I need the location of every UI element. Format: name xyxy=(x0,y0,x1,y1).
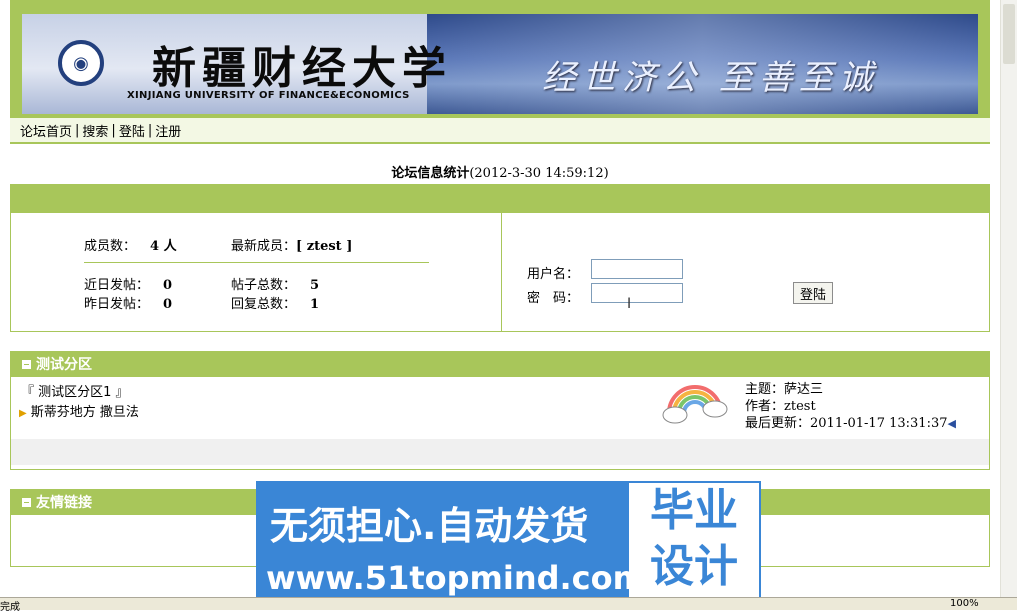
nav-separator: | xyxy=(147,122,153,138)
stat-members-value: 4 人 xyxy=(150,239,177,254)
password-input[interactable] xyxy=(591,283,683,303)
author-row: 作者：ztest xyxy=(745,398,956,415)
stats-separator-line xyxy=(84,262,429,263)
top-strip xyxy=(10,0,990,10)
rainbow-cloud-icon xyxy=(662,385,728,424)
collapse-icon[interactable] xyxy=(22,359,31,369)
nav-separator: | xyxy=(75,122,80,138)
nav-separator: | xyxy=(111,122,116,138)
status-text: 完成 xyxy=(0,602,20,613)
collapse-icon[interactable] xyxy=(22,497,31,507)
university-name-cn: 新疆财经大学 xyxy=(152,43,452,94)
university-motto: 经世济公 至善至诚 xyxy=(542,58,879,98)
username-input[interactable] xyxy=(591,259,683,279)
stat-total-replies-label: 回复总数： xyxy=(231,297,297,312)
password-label: 密 码： xyxy=(527,291,580,306)
board-item: ▶ 斯蒂芬地方 撒旦法 xyxy=(19,401,139,420)
last-post-info: 主题：萨达三 作者：ztest 最后更新：2011-01-17 13:31:37… xyxy=(745,381,956,432)
section-test-body: 『 测试区分区1 』 ▶ 斯蒂芬地方 撒旦法 主题：萨达三 作者：ztest 最后… xyxy=(10,377,990,470)
stat-newest: 最新成员：[ ztest ] xyxy=(231,235,352,254)
stat-recent-posts-value: 0 xyxy=(163,278,173,293)
board-link[interactable]: 斯蒂芬地方 撒旦法 xyxy=(31,405,139,420)
top-nav: 论坛首页 | 搜索 | 登陆 | 注册 xyxy=(10,118,990,144)
topic-label: 主题： xyxy=(745,382,785,397)
watermark-line1: 无须担心.自动发货 xyxy=(270,504,589,548)
university-banner: ◉ 新疆财经大学 XINJIANG UNIVERSITY OF FINANCE&… xyxy=(22,14,978,114)
updated-row: 最后更新：2011-01-17 13:31:37◀ xyxy=(745,415,956,432)
nav-search[interactable]: 搜索 xyxy=(82,121,108,140)
author-label: 作者： xyxy=(745,399,785,414)
watermark-overlay: 无须担心.自动发货 www.51topmind.com 毕业 设计 xyxy=(256,481,761,607)
username-label: 用户名： xyxy=(527,267,580,282)
zoom-level[interactable]: 100% xyxy=(950,598,979,609)
stat-total-topics-value: 5 xyxy=(310,278,320,293)
vertical-scrollbar[interactable] xyxy=(1000,0,1017,597)
browser-status-bar: 完成 100% xyxy=(0,597,1017,613)
stats-panel: 成员数： 4 人 最新成员：[ ztest ] 近日发帖： 0 帖子总数： 5 昨日发… xyxy=(10,212,990,332)
stat-newest-label: 最新成员： xyxy=(231,239,297,254)
go-to-post-icon[interactable]: ◀ xyxy=(948,417,956,430)
stat-members-label: 成员数： xyxy=(84,239,137,254)
author-value[interactable]: ztest xyxy=(784,399,816,414)
nav-login[interactable]: 登陆 xyxy=(119,121,145,140)
stats-title: 论坛信息统计 xyxy=(391,166,470,181)
stat-total-topics-label: 帖子总数： xyxy=(231,278,297,293)
watermark-badge: 毕业 设计 xyxy=(629,483,759,605)
section-test-header[interactable]: 测试分区 xyxy=(10,351,990,377)
stat-newest-value: [ ztest ] xyxy=(296,239,353,254)
university-name-en: XINJIANG UNIVERSITY OF FINANCE&ECONOMICS xyxy=(127,90,410,101)
stat-yesterday-posts-label: 昨日发帖： xyxy=(84,297,150,312)
stat-total-replies: 回复总数： 1 xyxy=(231,293,319,312)
updated-label: 最后更新： xyxy=(745,416,811,431)
scrollbar-thumb[interactable] xyxy=(1003,4,1015,64)
topic-row: 主题：萨达三 xyxy=(745,381,956,398)
stat-yesterday-posts-value: 0 xyxy=(163,297,173,312)
stat-yesterday-posts: 昨日发帖： 0 xyxy=(84,293,172,312)
stat-recent-posts-label: 近日发帖： xyxy=(84,278,150,293)
stat-recent-posts: 近日发帖： 0 xyxy=(84,274,172,293)
stat-total-topics: 帖子总数： 5 xyxy=(231,274,319,293)
text-cursor-icon: I xyxy=(627,296,632,312)
stats-timestamp: (2012-3-30 14:59:12) xyxy=(469,166,609,181)
stats-heading: 论坛信息统计(2012-3-30 14:59:12) xyxy=(10,162,990,181)
sub-forum-title: 『 测试区分区1 』 xyxy=(21,385,129,400)
nav-register[interactable]: 注册 xyxy=(155,121,181,140)
login-button[interactable]: 登陆 xyxy=(793,282,833,304)
topic-value[interactable]: 萨达三 xyxy=(784,382,823,397)
university-seal-icon: ◉ xyxy=(58,40,104,86)
section-footer-row xyxy=(11,439,989,465)
updated-value: 2011-01-17 13:31:37 xyxy=(810,416,948,431)
watermark-line2: www.51topmind.com xyxy=(266,559,646,597)
stats-header-bar xyxy=(10,184,990,212)
watermark-badge-line2: 设计 xyxy=(650,541,738,592)
stat-total-replies-value: 1 xyxy=(310,297,320,312)
arrow-right-icon: ▶ xyxy=(19,408,27,419)
watermark-badge-line1: 毕业 xyxy=(650,485,738,536)
section-links-title: 友情链接 xyxy=(36,495,92,511)
stats-divider xyxy=(501,213,502,331)
section-test-title: 测试分区 xyxy=(36,357,92,373)
stat-members: 成员数： 4 人 xyxy=(84,235,177,254)
nav-home[interactable]: 论坛首页 xyxy=(20,121,72,140)
